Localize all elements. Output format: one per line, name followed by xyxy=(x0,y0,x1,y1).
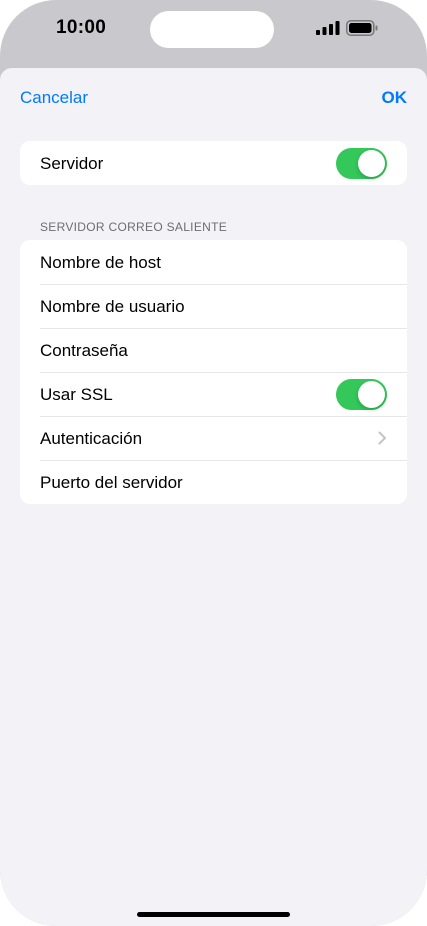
password-label: Contraseña xyxy=(40,341,128,360)
server-group: Servidor xyxy=(20,141,407,185)
host-label: Nombre de host xyxy=(40,253,161,272)
ssl-toggle[interactable] xyxy=(336,379,387,410)
port-label: Puerto del servidor xyxy=(40,473,183,492)
server-toggle-knob xyxy=(358,150,385,177)
username-label: Nombre de usuario xyxy=(40,297,185,316)
cellular-signal-icon xyxy=(316,21,340,35)
device-frame: 10:00 Cancelar OK Servidor SERVIDOR CORR… xyxy=(0,0,427,926)
ssl-row: Usar SSL xyxy=(20,372,407,416)
ssl-toggle-knob xyxy=(358,381,385,408)
home-indicator[interactable] xyxy=(137,912,290,917)
host-row[interactable]: Nombre de host xyxy=(20,240,407,284)
ssl-label: Usar SSL xyxy=(40,385,113,404)
settings-sheet: Cancelar OK Servidor SERVIDOR CORREO SAL… xyxy=(0,68,427,926)
server-toggle[interactable] xyxy=(336,148,387,179)
dynamic-island xyxy=(150,11,274,48)
authentication-label: Autenticación xyxy=(40,429,143,448)
server-label: Servidor xyxy=(40,154,104,173)
status-time: 10:00 xyxy=(56,17,107,38)
server-row: Servidor xyxy=(20,141,407,185)
battery-icon xyxy=(346,20,378,36)
status-bar: 10:00 xyxy=(0,0,427,60)
port-row[interactable]: Puerto del servidor xyxy=(20,460,407,504)
chevron-right-icon xyxy=(378,431,386,445)
password-row[interactable]: Contraseña xyxy=(20,328,407,372)
ok-button[interactable]: OK xyxy=(382,88,408,108)
outgoing-section-header: SERVIDOR CORREO SALIENTE xyxy=(40,220,228,234)
authentication-row[interactable]: Autenticación xyxy=(20,416,407,460)
outgoing-server-group: Nombre de host Nombre de usuario Contras… xyxy=(20,240,407,504)
username-row[interactable]: Nombre de usuario xyxy=(20,284,407,328)
nav-bar: Cancelar OK xyxy=(0,68,427,124)
cancel-button[interactable]: Cancelar xyxy=(20,88,88,108)
